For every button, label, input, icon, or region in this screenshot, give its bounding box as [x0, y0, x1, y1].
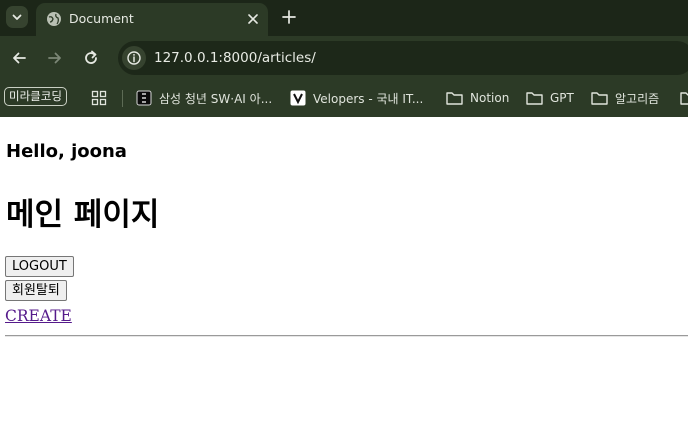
create-link[interactable]: CREATE — [5, 307, 72, 325]
divider — [5, 335, 688, 337]
globe-icon — [47, 12, 61, 26]
bookmark-ssafy[interactable]: 삼성 청년 SW·AI 아... — [136, 84, 272, 112]
close-icon[interactable] — [244, 10, 262, 28]
tab-search-button[interactable] — [6, 6, 28, 28]
apps-grid-icon[interactable] — [91, 90, 107, 106]
folder-icon — [446, 92, 463, 105]
tab-title: Document — [69, 11, 134, 26]
bookmark-miracle-coding[interactable]: 미라클코딩 — [4, 87, 67, 106]
logout-button[interactable]: LOGOUT — [5, 256, 74, 277]
url-text: 127.0.0.1:8000/articles/ — [154, 50, 316, 66]
bookmark-folder-algorithm[interactable]: 알고리즘 — [591, 84, 659, 112]
bookmark-folder-gpt[interactable]: GPT — [526, 84, 574, 112]
withdraw-button[interactable]: 회원탈퇴 — [5, 280, 67, 301]
browser-toolbar: 127.0.0.1:8000/articles/ — [0, 36, 688, 81]
folder-icon-overflow[interactable] — [680, 91, 688, 105]
info-icon — [127, 51, 141, 65]
bookmark-velopers[interactable]: Velopers - 국내 IT... — [290, 84, 423, 112]
reload-icon[interactable] — [82, 49, 100, 67]
back-arrow-icon[interactable] — [10, 49, 28, 67]
tab-document[interactable]: Document — [36, 3, 268, 36]
folder-icon — [591, 92, 608, 105]
tab-strip: Document — [0, 0, 688, 36]
site-info-button[interactable] — [122, 46, 146, 70]
velopers-favicon-icon — [290, 90, 306, 106]
chevron-down-icon — [12, 14, 22, 20]
new-tab-icon[interactable] — [280, 8, 298, 26]
page-content: Hello, joona 메인 페이지 LOGOUT 회원탈퇴 CREATE — [0, 117, 688, 448]
address-bar[interactable]: 127.0.0.1:8000/articles/ — [118, 41, 688, 75]
page-title: 메인 페이지 — [6, 197, 160, 233]
forward-arrow-icon[interactable] — [46, 49, 64, 67]
bookmark-folder-notion[interactable]: Notion — [446, 84, 509, 112]
bookmark-separator — [122, 90, 123, 107]
ssafy-favicon-icon — [136, 90, 152, 106]
greeting-text: Hello, joona — [6, 141, 127, 162]
bookmarks-bar: 미라클코딩 삼성 청년 SW·AI 아... Velopers - 국내 IT.… — [0, 81, 688, 117]
folder-icon — [526, 92, 543, 105]
